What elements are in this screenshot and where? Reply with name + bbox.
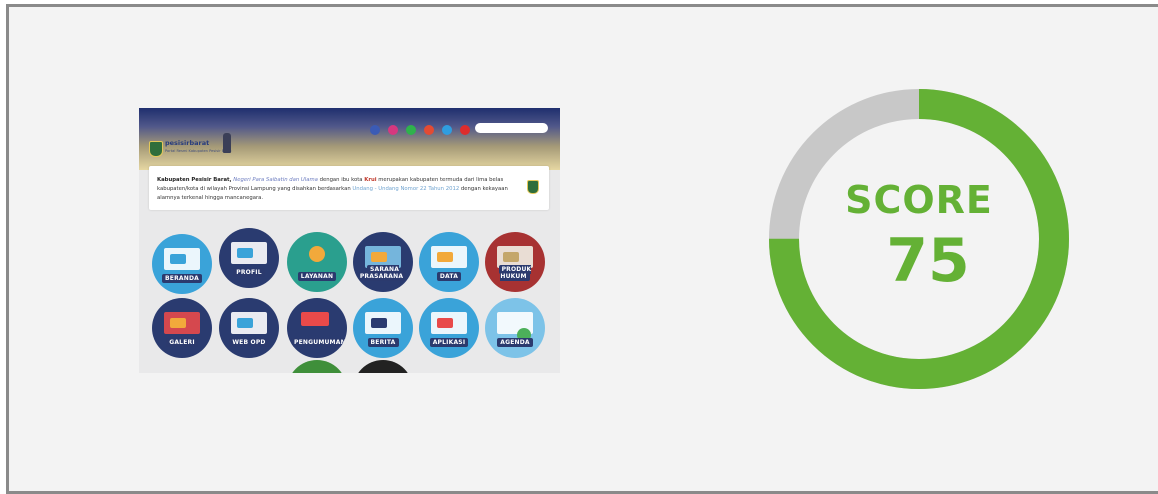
tile-berita: BERITA bbox=[353, 298, 413, 358]
whatsapp-icon bbox=[406, 125, 416, 135]
intro-card: Kabupaten Pesisir Barat, Negeri Para Sai… bbox=[149, 166, 549, 210]
tile-covid bbox=[287, 360, 347, 373]
emblem-icon bbox=[527, 180, 539, 194]
twitter-icon bbox=[442, 125, 452, 135]
tile-extra bbox=[353, 360, 413, 373]
site-search-box bbox=[475, 123, 548, 133]
tile-sarana-prasarana: SARANA PRASARANA bbox=[353, 232, 413, 292]
tile-data: DATA bbox=[419, 232, 479, 292]
mascot-icon bbox=[223, 133, 231, 153]
facebook-icon bbox=[370, 125, 380, 135]
tile-beranda: BERANDA bbox=[152, 234, 212, 294]
site-name: pesisirbarat bbox=[165, 139, 210, 147]
crest-icon bbox=[149, 141, 163, 157]
score-value: 75 bbox=[886, 226, 970, 296]
site-header: pesisirbarat Portal Resmi Kabupaten Pesi… bbox=[139, 108, 560, 170]
site-logo: pesisirbarat Portal Resmi Kabupaten Pesi… bbox=[149, 133, 233, 159]
tile-produk-hukum: PRODUK HUKUM bbox=[485, 232, 545, 292]
tile-layanan: LAYANAN bbox=[287, 232, 347, 292]
tile-aplikasi: APLIKASI bbox=[419, 298, 479, 358]
website-screenshot-thumbnail: pesisirbarat Portal Resmi Kabupaten Pesi… bbox=[139, 108, 560, 373]
tile-profil: PROFIL bbox=[219, 228, 279, 288]
mail-icon bbox=[424, 125, 434, 135]
tile-galeri: GALERI bbox=[152, 298, 212, 358]
tile-agenda: AGENDA bbox=[485, 298, 545, 358]
instagram-icon bbox=[388, 125, 398, 135]
tile-web-opd: WEB OPD bbox=[219, 298, 279, 358]
tile-pengumuman: PENGUMUMAN bbox=[287, 298, 347, 358]
youtube-icon bbox=[460, 125, 470, 135]
intro-text: Kabupaten Pesisir Barat, Negeri Para Sai… bbox=[157, 177, 508, 201]
score-label: SCORE bbox=[845, 178, 993, 222]
site-tagline: Portal Resmi Kabupaten Pesisir Barat bbox=[165, 149, 232, 153]
